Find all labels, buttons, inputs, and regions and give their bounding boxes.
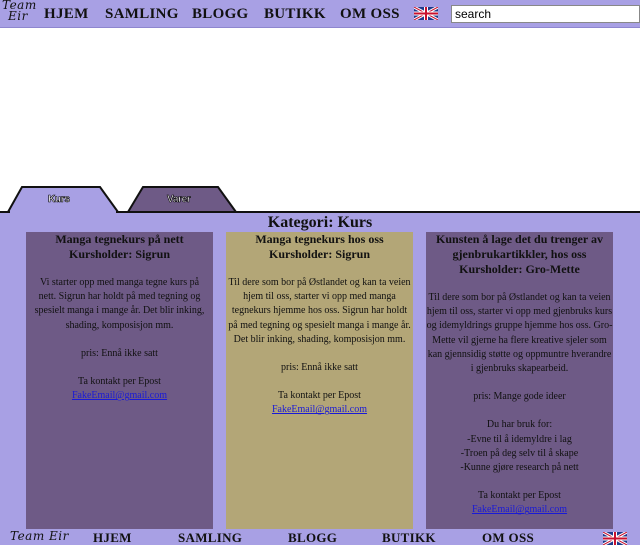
card-price: pris: Ennå ikke satt xyxy=(281,362,358,374)
tab-kurs[interactable]: Kurs xyxy=(48,194,70,206)
uk-flag-icon[interactable] xyxy=(414,7,438,20)
card-description: Til dere som bor på Østlandet og kan ta … xyxy=(228,277,411,345)
team-eir-logo[interactable]: Team Eir xyxy=(2,0,37,22)
card-needs-title: Du har bruk for: xyxy=(486,419,553,431)
nav-hjem[interactable]: HJEM xyxy=(44,6,89,23)
nav-butikk[interactable]: BUTIKK xyxy=(264,6,326,23)
card-needs-item: -Kunne gjøre research på nett xyxy=(460,462,579,474)
tab-varer[interactable]: Varer xyxy=(167,194,191,206)
card-needs-item: -Troen på deg selv til å skape xyxy=(460,447,579,459)
course-card-1: Manga tegnekurs på nett Kursholder: Sigr… xyxy=(26,232,213,529)
card-description: Vi starter opp med manga tegne kurs på n… xyxy=(34,277,205,331)
nav-blogg[interactable]: BLOGG xyxy=(192,6,249,23)
email-link[interactable]: FakeEmail@gmail.com xyxy=(72,390,167,401)
card-contact: Ta kontakt per Epost xyxy=(478,490,561,502)
card-title: Manga tegnekurs på nett Kursholder: Sigr… xyxy=(55,232,184,261)
card-price: pris: Ennå ikke satt xyxy=(81,347,158,359)
logo-line-2: Eir xyxy=(8,9,28,23)
footer-nav-hjem[interactable]: HJEM xyxy=(93,530,132,546)
card-price: pris: Mange gode ideer xyxy=(473,391,566,403)
card-contact: Ta kontakt per Epost xyxy=(78,376,161,388)
tab-strip xyxy=(0,186,640,214)
course-card-3: Kunsten å lage det du trenger av gjenbru… xyxy=(426,232,613,529)
nav-samling[interactable]: SAMLING xyxy=(105,6,179,23)
card-needs-item: -Evne til å idemyldre i lag xyxy=(467,433,572,445)
category-title: Kategori: Kurs xyxy=(267,214,373,231)
nav-om-oss[interactable]: OM OSS xyxy=(340,6,400,23)
card-title: Manga tegnekurs hos oss Kursholder: Sigr… xyxy=(255,232,384,261)
footer-logo[interactable]: Team Eir xyxy=(10,530,69,542)
course-card-2: Manga tegnekurs hos oss Kursholder: Sigr… xyxy=(226,232,413,529)
card-contact: Ta kontakt per Epost xyxy=(278,390,361,402)
footer-nav-samling[interactable]: SAMLING xyxy=(178,530,242,546)
card-description: Til dere som bor på Østlandet og kan ta … xyxy=(426,292,613,375)
email-link[interactable]: FakeEmail@gmail.com xyxy=(272,404,367,415)
footer-nav-butikk[interactable]: BUTIKK xyxy=(382,530,436,546)
search-input[interactable] xyxy=(451,5,640,23)
footer-nav-om-oss[interactable]: OM OSS xyxy=(482,530,534,546)
footer-nav-blogg[interactable]: BLOGG xyxy=(288,530,337,546)
card-title: Kunsten å lage det du trenger av gjenbru… xyxy=(436,232,603,276)
email-link[interactable]: FakeEmail@gmail.com xyxy=(472,504,567,515)
uk-flag-icon[interactable] xyxy=(603,532,627,545)
